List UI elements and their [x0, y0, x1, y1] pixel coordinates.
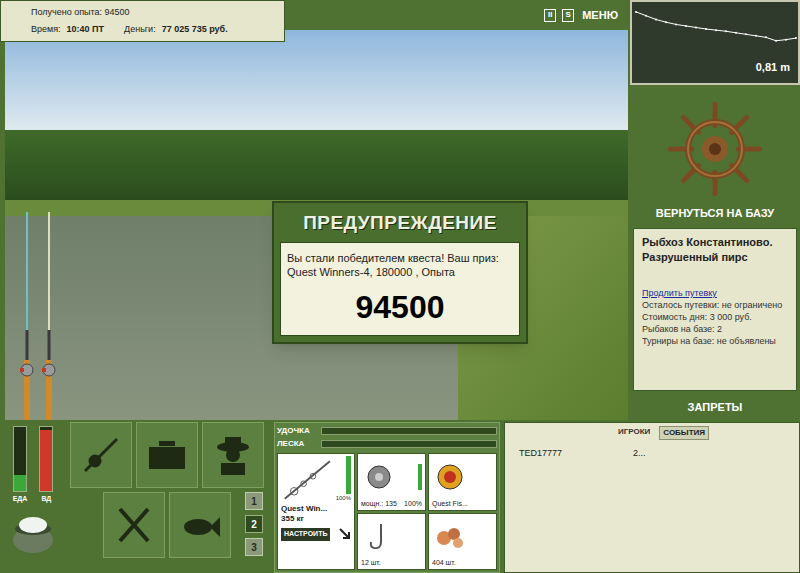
extend-permit-link[interactable]: Продлить путевку [642, 287, 788, 299]
arrow-icon[interactable] [339, 528, 351, 540]
slot-caption: Quest Fis... [432, 499, 468, 508]
tackle-slots: мощн.: 135 100% Quest Fis... 12 шт. 404 шт. [357, 453, 497, 570]
bait-slot[interactable]: 404 шт. [428, 513, 497, 571]
food-icon [110, 501, 158, 549]
rod-icon [77, 431, 125, 479]
time-label: Время: [31, 23, 61, 37]
depth-line-icon [632, 2, 798, 62]
actions-panel: 1 2 3 [70, 422, 270, 573]
depth-reading: 0,81 m [756, 59, 790, 76]
sky [5, 30, 628, 130]
rod-slot[interactable]: 100%Quest Win...355 кг НАСТРОИТЬ [277, 453, 355, 570]
bans-button[interactable]: ЗАПРЕТЫ [630, 394, 800, 420]
reel-slot[interactable]: мощн.: 135 100% [357, 453, 426, 511]
need-meter-fill [40, 430, 52, 491]
dialog-body: Вы стали победителем квеста! Ваш приз: Q… [280, 242, 520, 336]
dialog-title: ПРЕДУПРЕЖДЕНИЕ [280, 209, 520, 238]
depth-chart: 0,81 m [630, 0, 800, 85]
location-panel: Рыбхоз Константиново. Разрушенный пирс Пр… [633, 228, 797, 391]
box-icon [143, 431, 191, 479]
need-meter-fill [14, 475, 26, 491]
slot-caption: 404 шт. [432, 558, 456, 567]
top-control-button[interactable]: II [544, 9, 556, 22]
location-info-line: Турниры на базе: не объявлены [642, 335, 788, 347]
action-button[interactable] [70, 422, 132, 488]
tension-label: УДОЧКА [277, 425, 317, 437]
money-label: Деньги: [124, 23, 156, 37]
experience-text: Получено опыта: 94500 [31, 6, 254, 20]
line-slot[interactable]: Quest Fis... [428, 453, 497, 511]
reel-icon [361, 462, 397, 492]
status-box: Получено опыта: 94500 Время: 10:40 ПТ Деньг… [0, 0, 285, 42]
action-button[interactable] [169, 492, 231, 558]
chat-tab[interactable]: СОБЫТИЯ [659, 426, 709, 440]
chat-text: 2... [633, 447, 646, 461]
page-button[interactable]: 1 [245, 492, 263, 510]
pot-icon[interactable] [8, 507, 58, 557]
need-meter: ВД [39, 426, 53, 505]
location-title: Рыбхоз Константиново. Разрушенный пирс [642, 235, 788, 265]
rod-weight: 355 кг [281, 514, 351, 524]
slot-caption: 12 шт. [361, 558, 381, 567]
tension-bar: ЛЕСКА [277, 438, 497, 450]
top-control-button[interactable]: S [562, 9, 574, 22]
slot-condition: 100% [404, 499, 422, 508]
game-screen: II S МЕНЮ ПРЕДУПРЕЖДЕНИЕ Вы стали победителе… [0, 0, 800, 573]
line-spool-icon [432, 462, 468, 492]
bottom-area: ЕДАВД123УДОЧКАЛЕСКА100%Quest Win...355 к… [0, 420, 800, 573]
setup-button[interactable]: НАСТРОИТЬ [281, 528, 330, 541]
main-column: II S МЕНЮ ПРЕДУПРЕЖДЕНИЕ Вы стали победителе… [0, 0, 630, 420]
base-panel: ВЕРНУТЬСЯ НА БАЗУ [630, 88, 800, 225]
need-meter: ЕДА [13, 426, 28, 505]
top-control-button[interactable]: МЕНЮ [580, 7, 620, 24]
fishing-rod-icon[interactable] [19, 210, 35, 420]
needs-panel: ЕДА ВД [0, 422, 66, 573]
upper-area: II S МЕНЮ ПРЕДУПРЕЖДЕНИЕ Вы стали победителе… [0, 0, 800, 420]
rod-condition-fill [346, 456, 351, 494]
right-column: 0,81 m ВЕРНУТЬСЯ НА БАЗУ Рыбхоз Константин… [630, 0, 800, 420]
tackle-panel: УДОЧКАЛЕСКА100%Quest Win...355 кгНАСТРОИ… [274, 422, 500, 573]
hook-slot[interactable]: 12 шт. [357, 513, 426, 571]
chat-player: TED17777 [519, 447, 633, 461]
need-meter-label: ВД [41, 494, 51, 505]
bait-icon [432, 522, 468, 552]
page-button[interactable]: 2 [245, 515, 263, 533]
dialog-value: 94500 [287, 287, 513, 327]
slot-caption: мощн.: 135 [361, 499, 397, 508]
tension-bar: УДОЧКА [277, 425, 497, 437]
time-value: 10:40 ПТ [67, 23, 105, 37]
location-info-line: Рыбаков на базе: 2 [642, 323, 788, 335]
chat-tab[interactable]: ИГРОКИ [615, 426, 653, 440]
page-buttons: 1 2 3 [245, 492, 263, 556]
action-button[interactable] [136, 422, 198, 488]
rod-condition: 100% [336, 494, 351, 503]
rod-name: Quest Win... [281, 504, 351, 514]
slot-condition-fill [418, 464, 422, 490]
fisher-icon [209, 431, 257, 479]
warning-dialog: ПРЕДУПРЕЖДЕНИЕ Вы стали победителем квест… [272, 201, 528, 344]
chat-tabs: ИГРОКИ СОБЫТИЯ [505, 423, 799, 443]
fish-icon [176, 501, 224, 549]
scene-rods[interactable] [19, 210, 57, 420]
page-button[interactable]: 3 [245, 538, 263, 556]
location-info-line: Стоимость дня: 3 000 руб. [642, 311, 788, 323]
scene[interactable]: ПРЕДУПРЕЖДЕНИЕ Вы стали победителем квест… [5, 30, 628, 420]
chat-row: TED177772... [505, 443, 799, 465]
tension-label: ЛЕСКА [277, 438, 317, 450]
action-button[interactable] [103, 492, 165, 558]
location-info-line: Осталось путевки: не ограничено [642, 299, 788, 311]
dialog-message: Вы стали победителем квеста! Ваш приз: Q… [287, 251, 513, 279]
action-button[interactable] [202, 422, 264, 488]
ship-wheel-icon[interactable] [665, 99, 765, 199]
hook-icon [361, 522, 397, 552]
rod-icon [281, 456, 334, 504]
need-meter-label: ЕДА [13, 494, 28, 505]
trees [5, 130, 628, 200]
money-value: 77 025 735 руб. [162, 23, 228, 37]
chat-panel: ИГРОКИ СОБЫТИЯ TED177772... [504, 422, 800, 573]
return-to-base-button[interactable]: ВЕРНУТЬСЯ НА БАЗУ [656, 205, 774, 222]
fishing-rod-icon[interactable] [41, 210, 57, 420]
